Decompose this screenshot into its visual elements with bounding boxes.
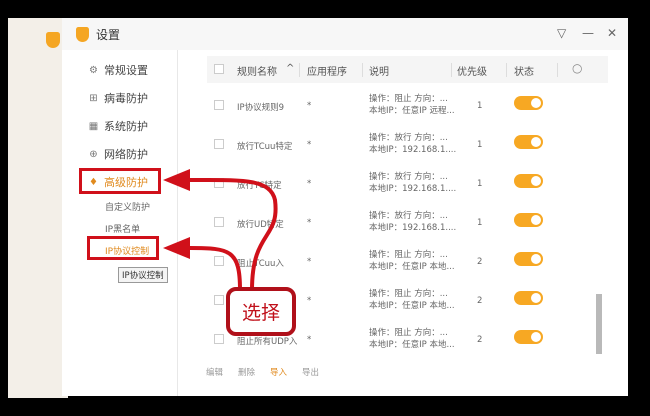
arrowhead-advanced (163, 169, 190, 191)
highlight-advanced (79, 168, 161, 194)
select-callout: 选择 (226, 287, 296, 336)
arrow-to-ip-protocol (189, 246, 242, 291)
arrow-to-advanced (189, 177, 278, 291)
annotation-arrows (163, 169, 278, 291)
arrowhead-ip-protocol (163, 237, 190, 259)
highlight-ip-protocol (87, 236, 159, 260)
